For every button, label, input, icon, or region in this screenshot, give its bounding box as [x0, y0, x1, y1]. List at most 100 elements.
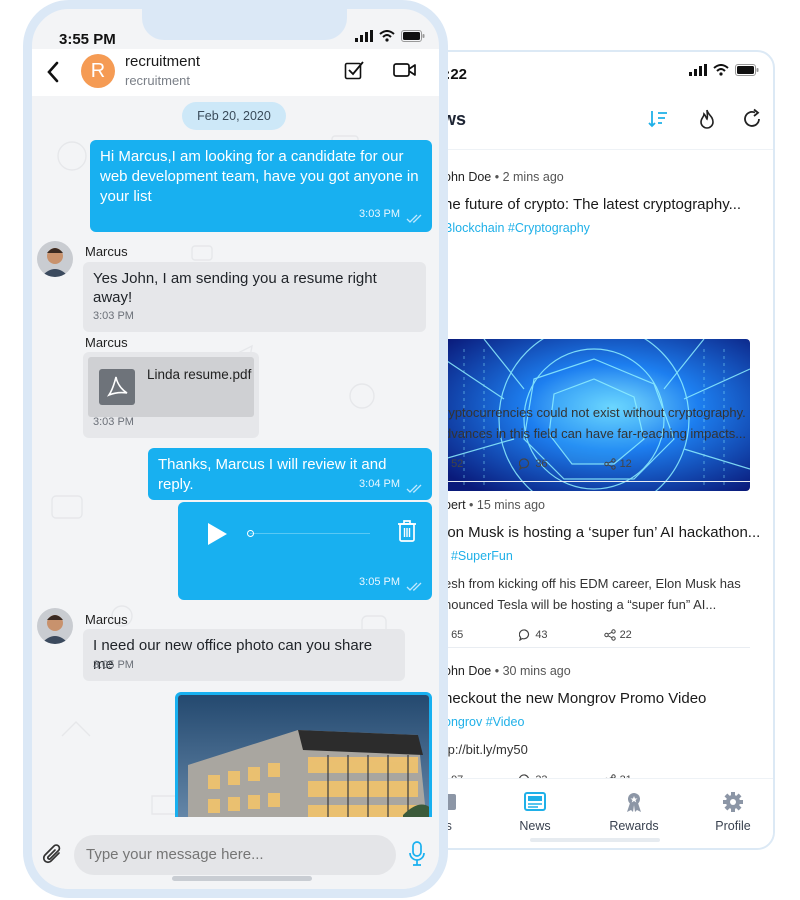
post-tags[interactable]: Blockchain #Cryptography	[444, 221, 754, 235]
message-line: away!	[93, 289, 133, 306]
tab-rewards[interactable]: Rewards	[589, 791, 679, 833]
read-receipt-icon	[406, 484, 422, 493]
message-line: Yes John, I am sending you a resume righ…	[93, 270, 377, 287]
incoming-file-message[interactable]: Linda resume.pdf 3:03 PM	[83, 352, 259, 438]
post-stats: 65 43 22	[444, 629, 754, 641]
news-icon	[524, 792, 546, 811]
news-post-body: ryptocurrencies could not exist without …	[444, 402, 754, 470]
incoming-message[interactable]: Yes John, I am sending you a resume righ…	[83, 262, 426, 332]
post-divider	[444, 481, 750, 482]
comments-count[interactable]: 36	[519, 458, 548, 470]
read-receipt-icon	[406, 582, 422, 591]
shares-count[interactable]: 12	[603, 458, 632, 470]
microphone-icon[interactable]	[409, 841, 425, 867]
chat-header: R recruitment recruitment	[32, 49, 439, 96]
checkbox-task-icon[interactable]	[344, 60, 364, 80]
sort-icon[interactable]	[647, 108, 669, 130]
file-attachment[interactable]: Linda resume.pdf	[88, 357, 254, 417]
news-post[interactable]: bert • 15 mins ago lon Musk is hosting a…	[444, 498, 760, 641]
post-stats: 52 36 12	[444, 458, 754, 470]
post-excerpt: ryptocurrencies could not exist without …	[444, 402, 754, 444]
attachment-paperclip-icon[interactable]	[42, 843, 64, 867]
gear-icon	[723, 792, 743, 812]
post-meta: bert • 15 mins ago	[444, 498, 545, 512]
marcus-avatar[interactable]	[37, 608, 73, 644]
message-input[interactable]	[74, 835, 396, 875]
post-meta: ohn Doe • 30 mins ago	[444, 664, 571, 678]
sender-name: Marcus	[85, 612, 128, 627]
message-line: Hi Marcus,I am looking for a candidate f…	[100, 148, 404, 165]
pdf-icon	[99, 369, 135, 405]
message-text: Hi Marcus,I am looking for a candidate f…	[90, 140, 432, 207]
contact-name[interactable]: recruitment	[125, 53, 200, 70]
comments-count[interactable]: 43	[519, 629, 548, 641]
tab-news[interactable]: News	[490, 791, 580, 833]
play-icon[interactable]	[206, 522, 228, 546]
outgoing-message[interactable]: Hi Marcus,I am looking for a candidate f…	[90, 140, 432, 232]
news-post[interactable]: ohn Doe • 2 mins ago he future of crypto…	[444, 170, 754, 235]
comments-value: 36	[535, 458, 548, 470]
post-excerpt-line: esh from kicking off his EDM career, Elo…	[444, 576, 741, 591]
home-indicator	[172, 876, 312, 881]
news-post[interactable]: ohn Doe • 30 mins ago heckout the new Mo…	[444, 664, 754, 778]
audio-progress-handle[interactable]	[247, 530, 254, 537]
system-icons	[689, 64, 759, 76]
post-headline[interactable]: he future of crypto: The latest cryptogr…	[444, 196, 754, 213]
back-arrow-icon[interactable]	[46, 61, 60, 83]
audio-progress-track[interactable]	[250, 533, 370, 534]
message-line: web development team, have you got anyon…	[100, 168, 419, 185]
post-headline[interactable]: heckout the new Mongrov Promo Video	[444, 690, 754, 707]
incoming-message[interactable]: I need our new office photo can you shar…	[83, 629, 405, 681]
post-tags[interactable]: I #SuperFun	[444, 549, 754, 563]
post-link[interactable]: tp://bit.ly/my50	[444, 739, 754, 760]
post-meta: ohn Doe • 2 mins ago	[444, 170, 564, 184]
post-time: 2 mins ago	[502, 170, 564, 184]
shares-value: 12	[619, 458, 632, 470]
post-author: ohn Doe	[444, 664, 492, 678]
post-author: ohn Doe	[444, 170, 492, 184]
message-composer	[32, 817, 439, 889]
message-time: 3:03 PM	[93, 416, 134, 428]
comment-icon	[519, 629, 530, 641]
refresh-icon[interactable]	[742, 108, 764, 130]
shares-count[interactable]: 22	[603, 629, 632, 641]
marcus-avatar[interactable]	[37, 241, 73, 277]
video-call-icon[interactable]	[393, 60, 417, 80]
contact-avatar[interactable]: R	[81, 54, 115, 88]
sender-name: Marcus	[85, 335, 128, 350]
outgoing-voice-message[interactable]: 3:05 PM	[178, 502, 432, 600]
post-headline[interactable]: lon Musk is hosting a ‘super fun’ AI hac…	[444, 524, 760, 541]
file-name: Linda resume.pdf	[147, 367, 252, 382]
wifi-icon	[713, 64, 729, 76]
home-indicator	[530, 838, 660, 842]
message-time: 3:04 PM	[359, 478, 400, 490]
message-text: Yes John, I am sending you a resume righ…	[83, 262, 426, 307]
rewards-medal-icon	[627, 793, 641, 812]
wifi-icon	[379, 30, 395, 42]
post-excerpt: esh from kicking off his EDM career, Elo…	[444, 573, 754, 615]
trending-flame-icon[interactable]	[696, 108, 718, 130]
post-excerpt-line: ryptocurrencies could not exist without …	[444, 405, 746, 420]
comments-value: 43	[535, 629, 548, 641]
trash-icon[interactable]	[397, 519, 417, 543]
message-list[interactable]: Feb 20, 2020 Hi Marcus,I am looking for …	[32, 96, 439, 817]
post-tags[interactable]: ongrov #Video	[444, 715, 754, 729]
battery-icon	[401, 30, 425, 42]
post-divider	[444, 647, 750, 648]
system-icons	[355, 30, 425, 42]
tab-profile[interactable]: Profile	[688, 791, 773, 833]
person-photo	[37, 608, 73, 644]
chat-status-time: 3:55 PM	[59, 31, 116, 48]
outgoing-message[interactable]: Thanks, Marcus I will review it and repl…	[148, 448, 432, 500]
message-time: 3:03 PM	[93, 310, 134, 322]
post-time: 15 mins ago	[476, 498, 545, 512]
message-time: 3:05 PM	[93, 659, 134, 671]
likes-value: 65	[451, 629, 464, 641]
outgoing-image-message[interactable]	[175, 692, 432, 817]
comment-icon	[519, 458, 530, 470]
tab-label: Profile	[715, 819, 751, 833]
post-excerpt-line: dvances in this field can have far-reach…	[444, 426, 747, 441]
office-building-photo	[178, 695, 429, 817]
likes-value: 52	[451, 458, 464, 470]
tab-label: Rewards	[609, 819, 659, 833]
